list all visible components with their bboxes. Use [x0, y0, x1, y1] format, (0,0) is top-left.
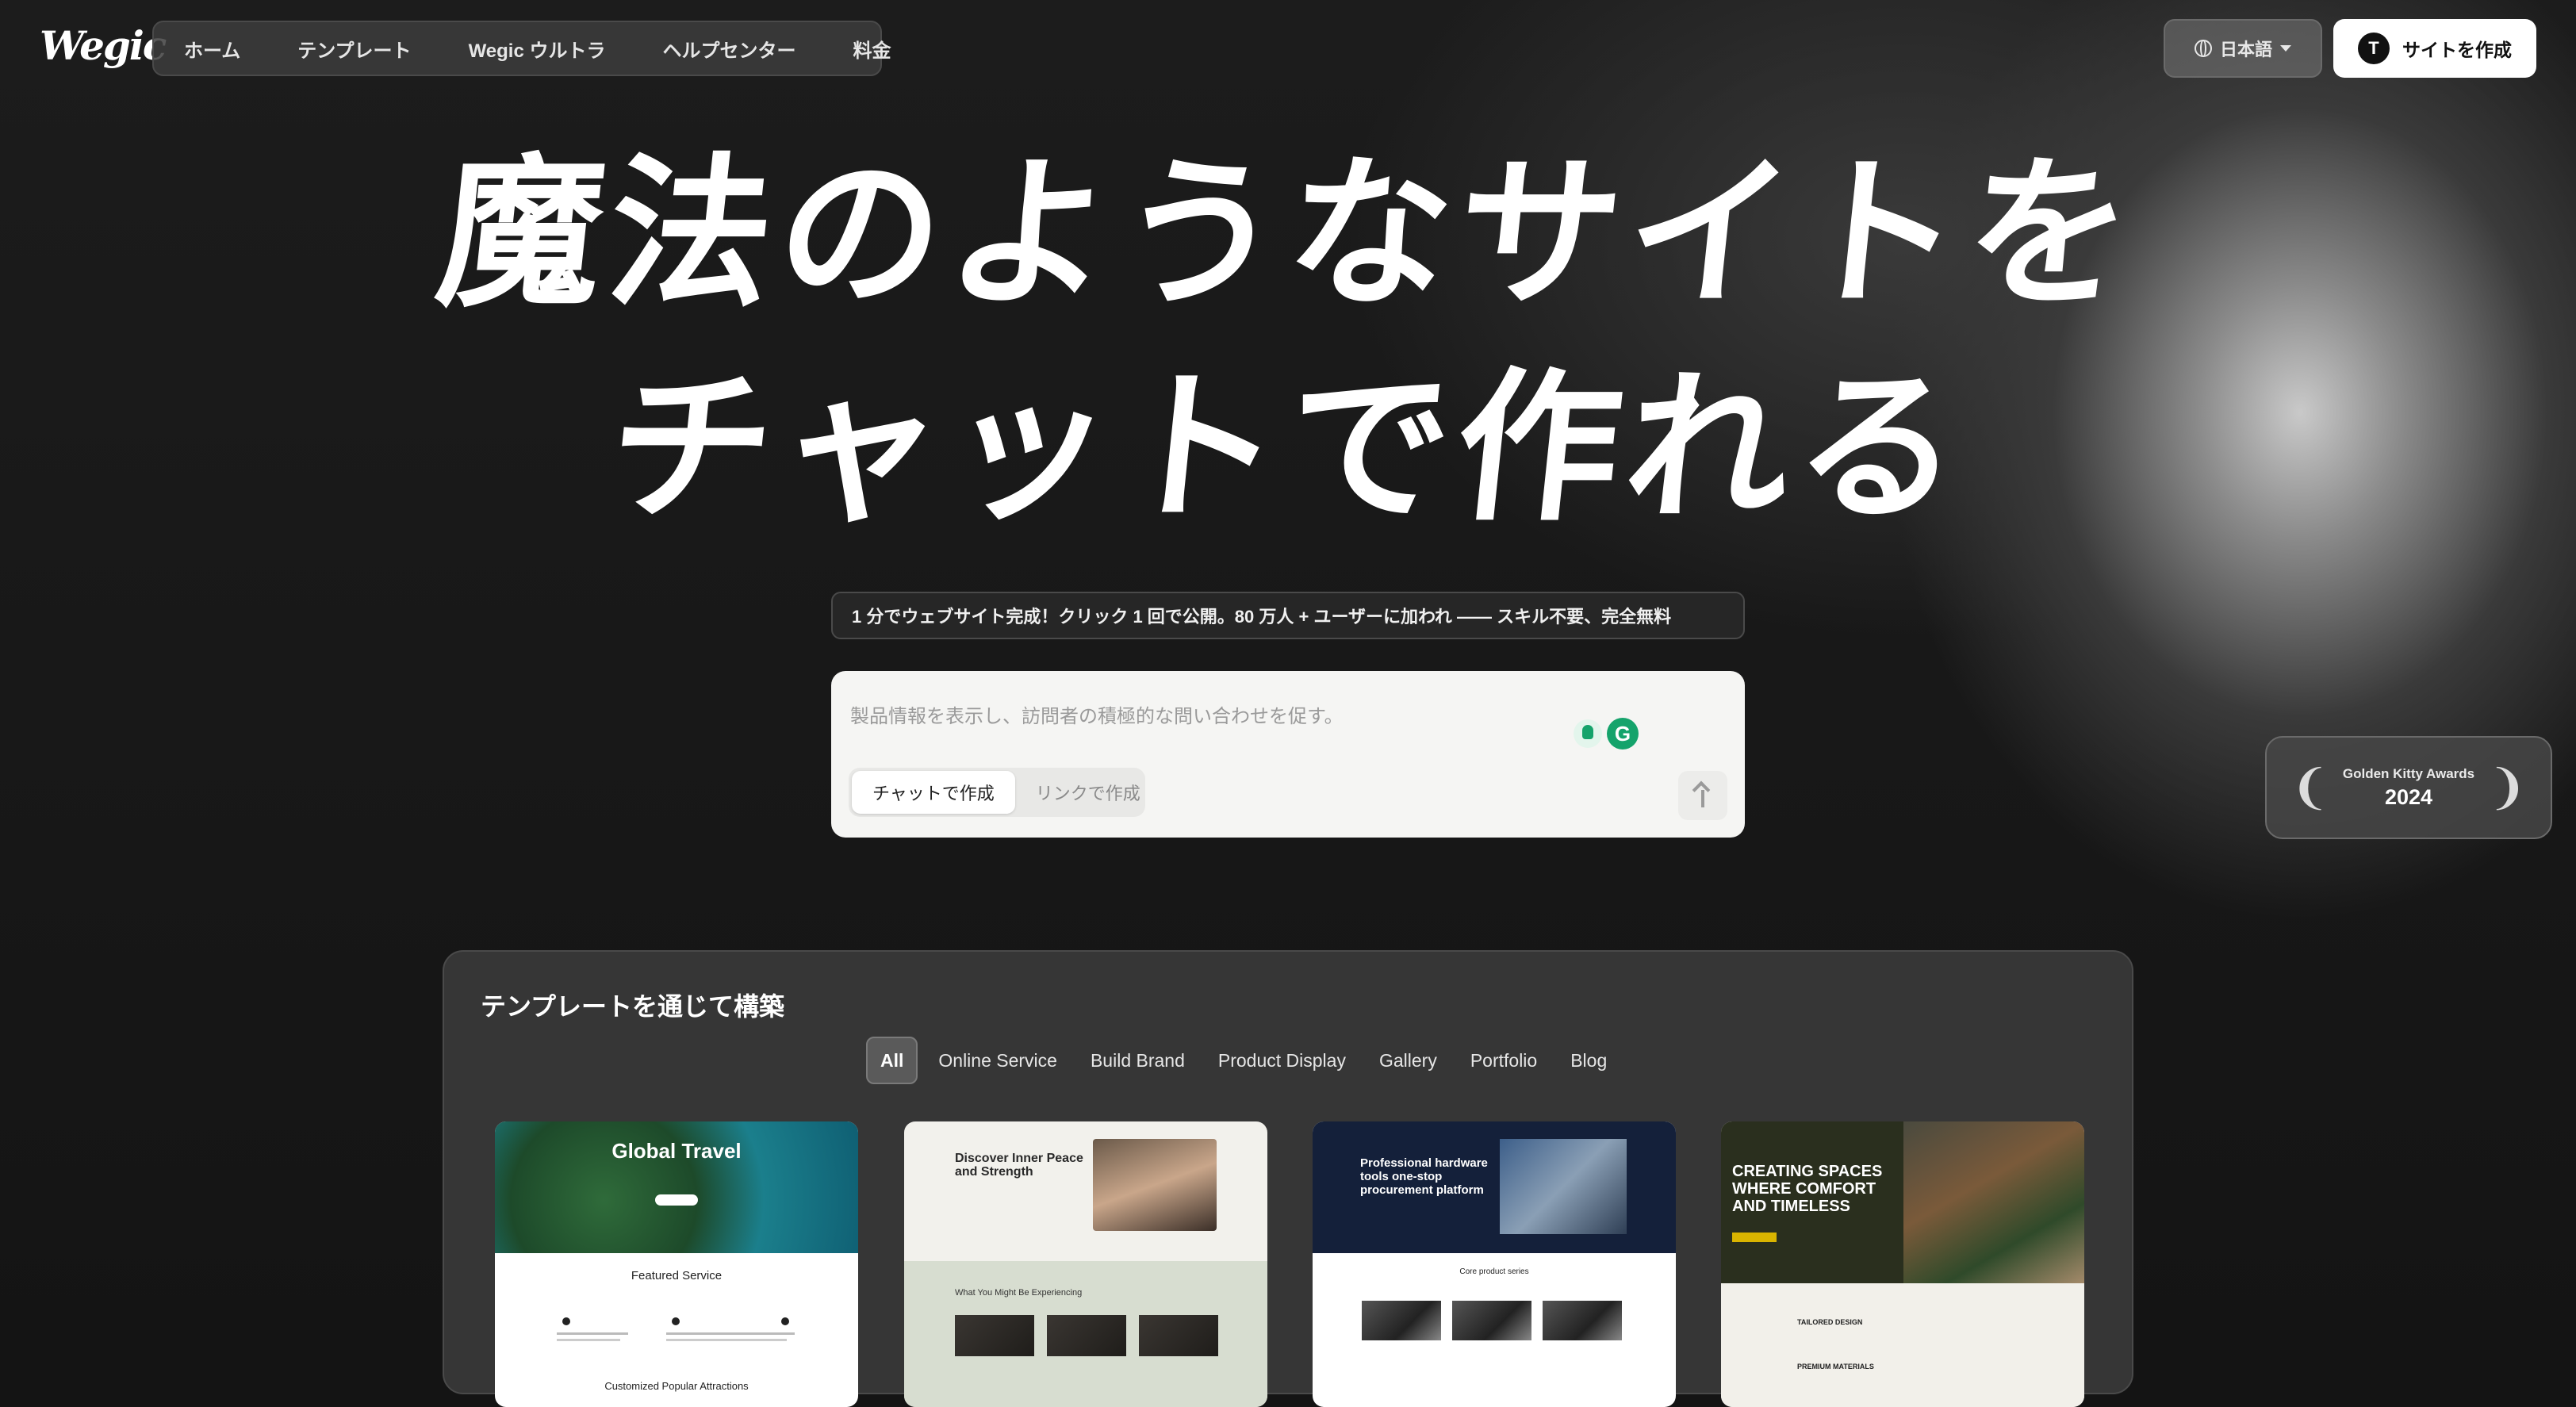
template-card-travel[interactable]: Global Travel Featured Service Customize…	[495, 1121, 858, 1407]
mode-link-button[interactable]: リンクで作成	[1015, 771, 1161, 814]
award-badge[interactable]: ❨ Golden Kitty Awards 2024 ❩	[2265, 736, 2552, 839]
card-feature-2: PREMIUM MATERIALS	[1797, 1363, 1874, 1371]
card-feature-icons	[557, 1317, 795, 1341]
card-hero-image	[1500, 1139, 1627, 1234]
card-cta	[1732, 1233, 1777, 1242]
award-year: 2024	[2384, 784, 2433, 809]
template-card-interior[interactable]: CREATING SPACES WHERE COMFORT AND TIMELE…	[1721, 1121, 2084, 1407]
card-product-image	[1452, 1301, 1531, 1340]
lightbulb-icon[interactable]	[1574, 719, 1602, 748]
create-site-label: サイトを作成	[2402, 40, 2512, 60]
top-nav: ホーム テンプレート Wegic ウルトラ ヘルプセンター 料金	[152, 21, 891, 76]
tab-build-brand[interactable]: Build Brand	[1078, 1038, 1198, 1083]
template-card-hardware[interactable]: Professional hardware tools one-stop pro…	[1313, 1121, 1676, 1407]
chat-input[interactable]	[850, 701, 1564, 733]
templates-panel: テンプレートを通じて構築 All Online Service Build Br…	[443, 950, 2133, 1407]
card-product-image	[1362, 1301, 1441, 1340]
user-avatar: T	[2358, 33, 2390, 64]
laurel-right-icon: ❩	[2487, 761, 2528, 814]
nav-help-center[interactable]: ヘルプセンター	[662, 35, 795, 63]
nav-home[interactable]: ホーム	[184, 35, 240, 63]
tab-gallery[interactable]: Gallery	[1367, 1038, 1450, 1083]
tagline: 1 分でウェブサイト完成！クリック 1 回で公開。80 万人 + ユーザーに加わ…	[831, 592, 1745, 639]
card-title: CREATING SPACES WHERE COMFORT AND TIMELE…	[1732, 1163, 1883, 1215]
category-tabs: All Online Service Build Brand Product D…	[866, 1037, 1620, 1084]
hero-title-line1: 魔法のようなサイトを	[429, 139, 2147, 329]
card-title: Discover Inner Peace and Strength	[955, 1152, 1083, 1179]
globe-icon	[2194, 40, 2212, 57]
card-section-title: Featured Service	[631, 1269, 723, 1282]
laurel-left-icon: ❨	[2290, 761, 2330, 814]
language-label: 日本語	[2219, 40, 2272, 59]
send-button[interactable]	[1678, 771, 1727, 820]
hero-title-line2: チャットで作れる	[600, 353, 1976, 543]
create-site-button[interactable]: T サイトを作成	[2333, 19, 2536, 78]
mode-switch: チャットで作成 リンクで作成	[849, 768, 1145, 817]
arrow-up-icon	[1701, 790, 1704, 807]
caret-down-icon	[2280, 45, 2291, 52]
card-hero-image	[1903, 1121, 2084, 1283]
templates-title: テンプレートを通じて構築	[481, 992, 785, 1021]
tagline-text: 1 分でウェブサイト完成！クリック 1 回で公開。80 万人 + ユーザーに加わ…	[852, 607, 1672, 627]
card-portrait-image	[1093, 1139, 1217, 1231]
award-name: Golden Kitty Awards	[2342, 765, 2475, 781]
tab-blog[interactable]: Blog	[1558, 1038, 1620, 1083]
tab-product-display[interactable]: Product Display	[1206, 1038, 1359, 1083]
card-title: Global Travel	[611, 1139, 742, 1163]
tab-all[interactable]: All	[866, 1037, 918, 1084]
mode-chat-button[interactable]: チャットで作成	[852, 771, 1015, 814]
card-cta	[655, 1194, 698, 1206]
card-hero-image: Global Travel	[495, 1121, 858, 1253]
card-subtitle: What You Might Be Experiencing	[955, 1288, 1083, 1298]
card-thumbnail	[1047, 1315, 1126, 1356]
card-hero: Professional hardware tools one-stop pro…	[1313, 1121, 1676, 1253]
grammarly-icon[interactable]: G	[1607, 718, 1639, 750]
language-selector[interactable]: 日本語	[2164, 19, 2322, 78]
card-title: Professional hardware tools one-stop pro…	[1360, 1156, 1488, 1197]
tab-online-service[interactable]: Online Service	[926, 1038, 1070, 1083]
nav-pricing[interactable]: 料金	[853, 35, 891, 63]
card-lower-section	[1721, 1283, 2084, 1407]
assistant-icons: G	[1574, 715, 1650, 752]
wegic-logo[interactable]: Wegic	[40, 22, 167, 70]
chat-box: G チャットで作成 リンクで作成	[831, 671, 1745, 838]
nav-wegic-ultra[interactable]: Wegic ウルトラ	[469, 35, 606, 63]
card-subtitle: Core product series	[1459, 1267, 1529, 1276]
card-feature-1: TAILORED DESIGN	[1797, 1318, 1863, 1326]
nav-templates[interactable]: テンプレート	[297, 35, 411, 63]
card-thumbnail	[955, 1315, 1034, 1356]
card-product-image	[1543, 1301, 1622, 1340]
card-thumbnail	[1139, 1315, 1218, 1356]
template-card-wellness[interactable]: Discover Inner Peace and Strength What Y…	[904, 1121, 1267, 1407]
tab-portfolio[interactable]: Portfolio	[1458, 1038, 1550, 1083]
